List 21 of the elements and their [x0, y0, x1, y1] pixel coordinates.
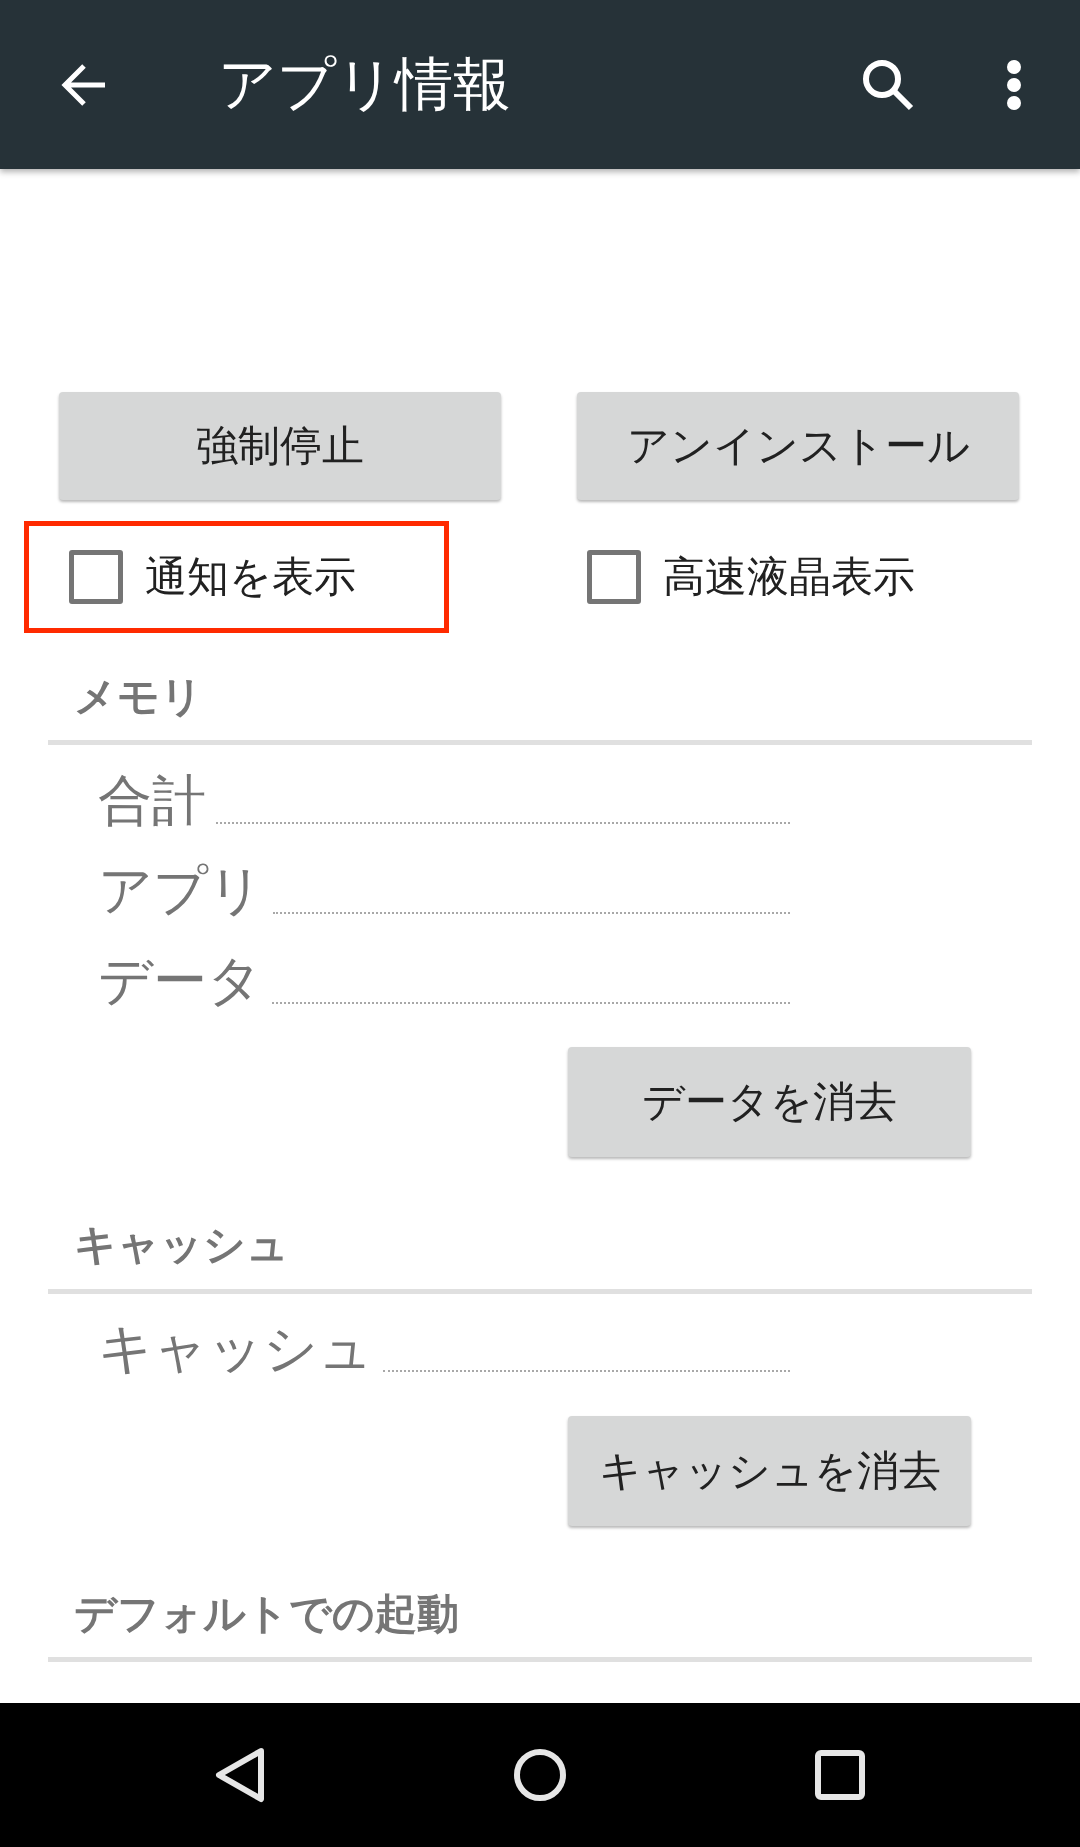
info-label: アプリ [98, 859, 263, 924]
app-bar-title: アプリ情報 [218, 49, 511, 120]
search-icon[interactable] [862, 58, 914, 111]
three-dots-icon[interactable] [1006, 59, 1022, 110]
checkbox-label[interactable]: 高速液晶表示 [663, 551, 915, 603]
section-header: メモリ [74, 672, 203, 723]
square-icon[interactable] [814, 1747, 866, 1803]
checkbox-label[interactable]: 通知を表示 [145, 551, 356, 603]
info-label: 合計 [98, 769, 206, 834]
clear-button[interactable]: データを消去 [568, 1047, 971, 1158]
info-label: キャッシュ [98, 1317, 373, 1383]
action-button[interactable]: アンインストール [577, 392, 1019, 500]
checkbox[interactable] [587, 550, 641, 604]
triangle-icon[interactable] [214, 1747, 266, 1803]
section-header: デフォルトでの起動 [74, 1588, 459, 1640]
checkbox[interactable] [69, 550, 123, 604]
action-button[interactable]: 強制停止 [59, 392, 501, 500]
clear-button[interactable]: キャッシュを消去 [568, 1415, 971, 1526]
circle-icon[interactable] [514, 1747, 566, 1803]
info-label: データ [98, 949, 262, 1014]
section-header: キャッシュ [74, 1220, 289, 1271]
